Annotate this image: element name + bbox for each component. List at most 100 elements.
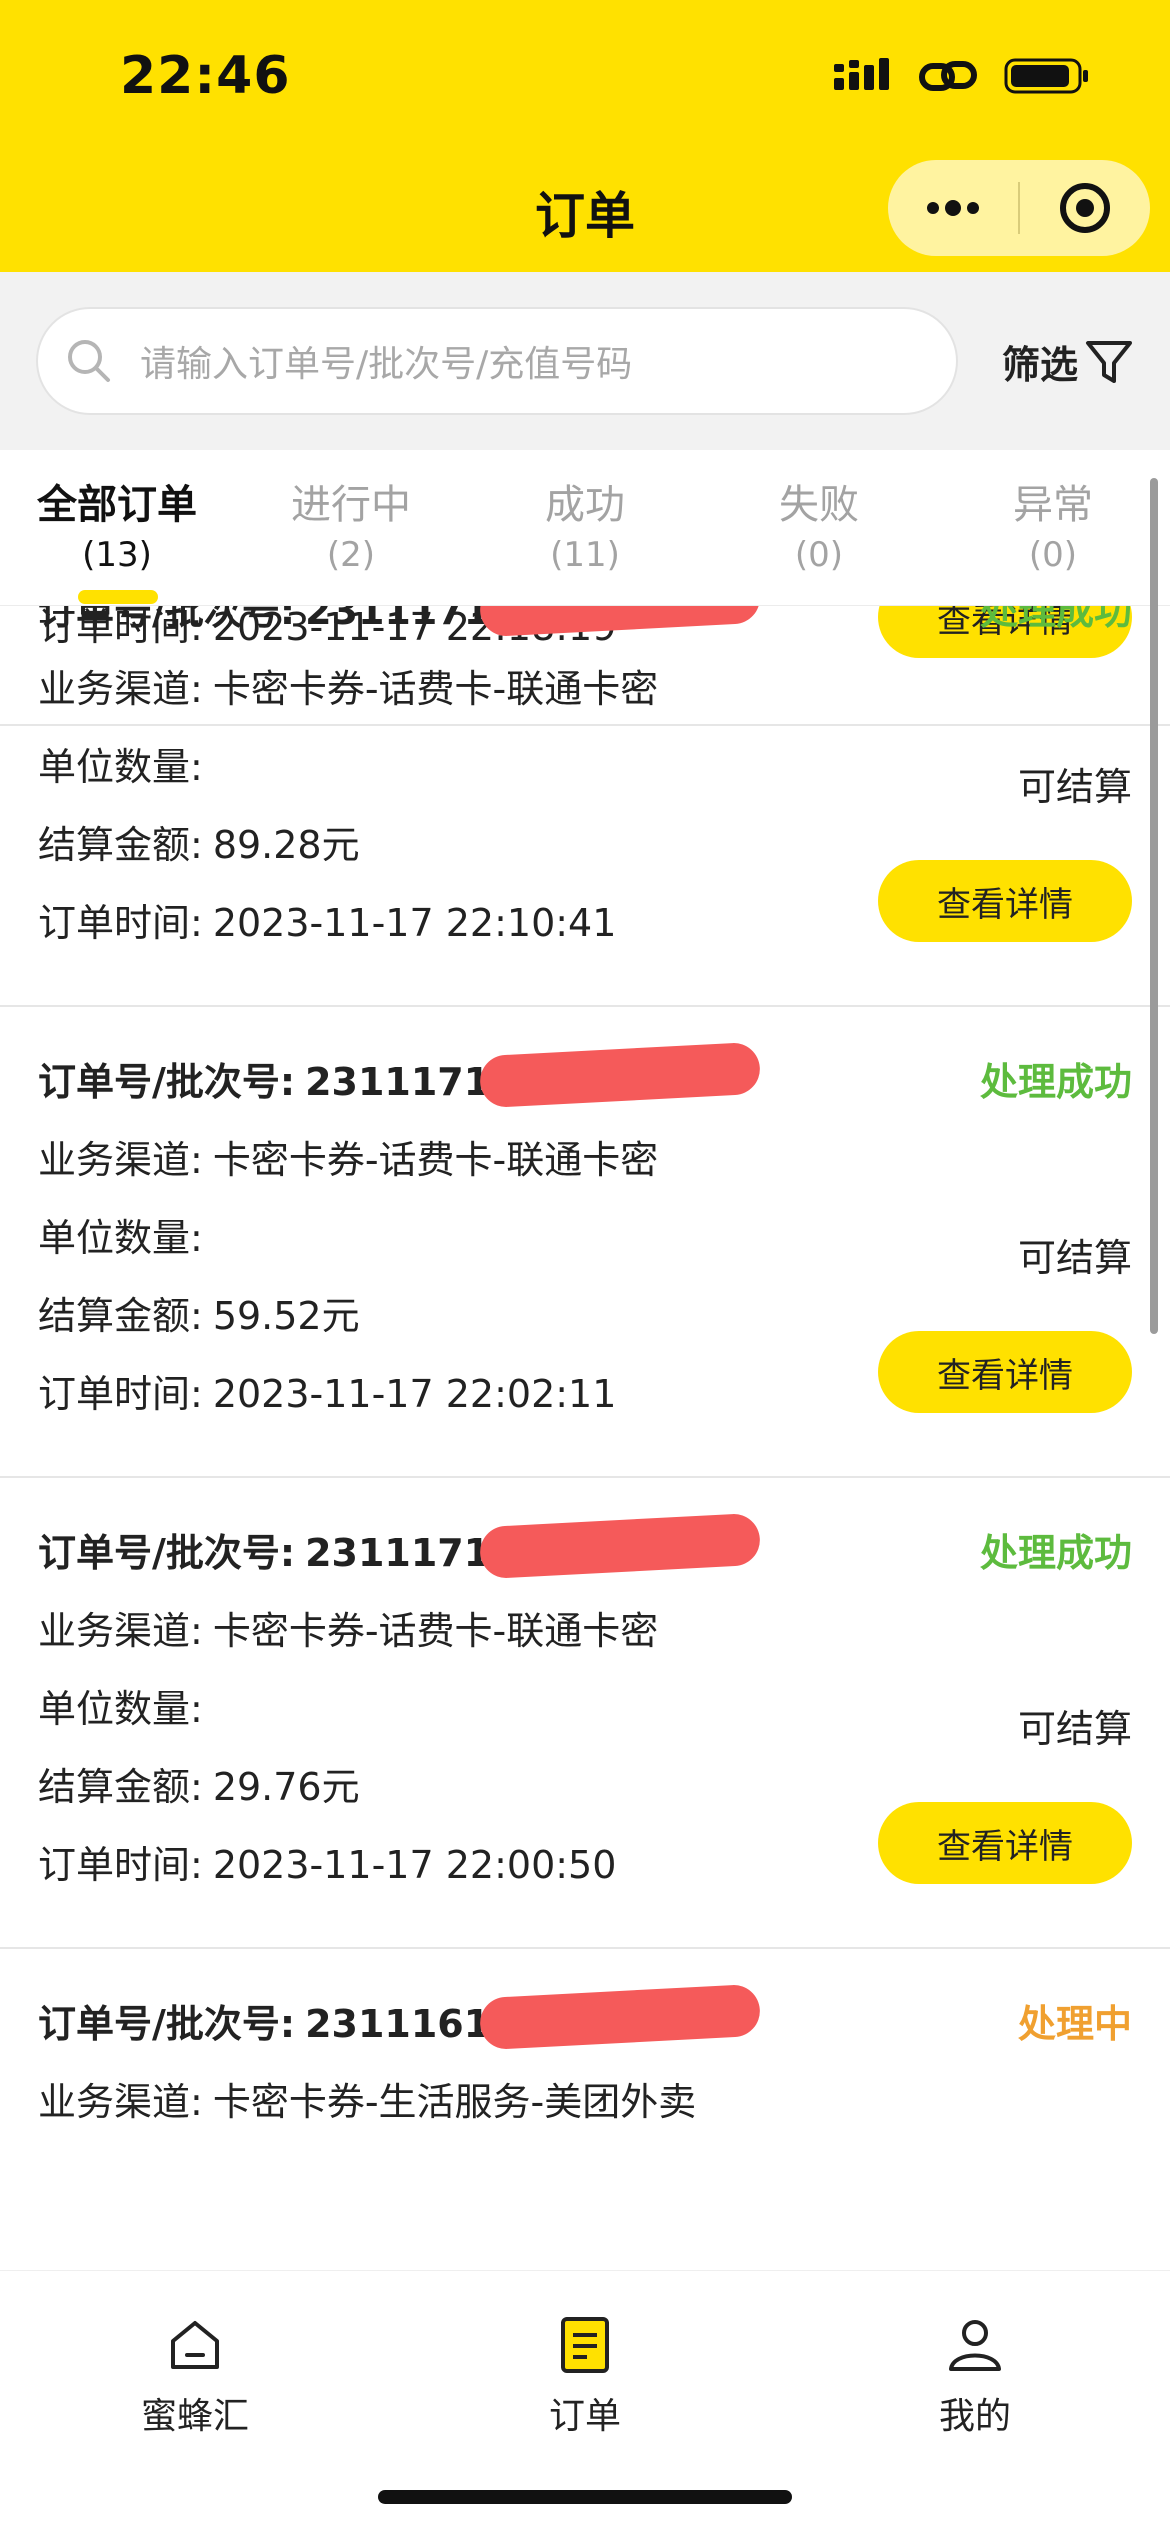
settlement-status: 可结算	[1017, 1707, 1132, 1751]
view-detail-button[interactable]: 查看详情	[878, 1802, 1132, 1884]
channel-row: 业务渠道: 卡密卡券-生活服务-美团外卖	[38, 2071, 696, 2126]
field-label: 订单号/批次号:	[38, 2002, 296, 2046]
tab-count: (2)	[326, 535, 376, 575]
field-label: 业务渠道:	[38, 1138, 203, 1182]
order-number-row: 订单号/批次号: 23111610	[38, 1993, 517, 2048]
active-tab-indicator	[78, 590, 158, 604]
tab-label: 异常	[1013, 482, 1093, 528]
link-icon	[919, 61, 977, 91]
mini-program-capsule	[888, 160, 1150, 256]
order-time-value: 2023-11-17 22:00:50	[212, 1843, 617, 1887]
user-icon	[949, 2320, 1001, 2371]
status-time: 22:46	[120, 46, 291, 106]
amount-value: 29.76元	[212, 1765, 360, 1809]
view-detail-button[interactable]: 查看详情	[878, 860, 1132, 942]
order-time-value: 2023-11-17 22:02:11	[212, 1372, 617, 1416]
view-detail-button[interactable]: 查看详情	[878, 1331, 1132, 1413]
channel-row: 业务渠道: 卡密卡券-话费卡-联通卡密	[38, 1129, 658, 1184]
settlement-status: 可结算	[1017, 1236, 1132, 1280]
close-program-button[interactable]	[1020, 160, 1150, 256]
amount-value: 89.28元	[212, 823, 360, 867]
search-icon	[68, 340, 110, 382]
channel-row: 业务渠道: 卡密卡券-话费卡-联通卡密	[38, 658, 658, 713]
tab-success[interactable]: 成功 (11)	[468, 450, 702, 605]
field-label: 订单号/批次号:	[38, 1060, 296, 1104]
signal-icon	[834, 58, 889, 90]
tab-count: (13)	[82, 535, 152, 575]
order-status-tabs: 全部订单 (13) 进行中 (2) 成功 (11) 失败 (0) 异常 (0)	[0, 450, 1170, 606]
channel-value: 卡密卡券-话费卡-联通卡密	[212, 1138, 659, 1182]
field-label: 订单时间:	[38, 1843, 203, 1887]
filter-button[interactable]: 筛选	[1002, 334, 1134, 389]
redaction-mark	[478, 1983, 762, 2051]
order-card: 订单号/批次号: 231117101 处理成功 业务渠道: 卡密卡券-话费卡-联通卡…	[0, 1007, 1170, 1478]
more-button[interactable]	[888, 160, 1018, 256]
amount-row: 结算金额: 29.76元	[38, 1756, 360, 1811]
list-scrollbar[interactable]	[1150, 478, 1158, 1334]
tab-count: (11)	[550, 535, 620, 575]
unit-quantity-row: 单位数量:	[38, 1678, 203, 1733]
tab-count: (0)	[1028, 535, 1078, 575]
home-indicator	[378, 2490, 792, 2504]
field-label: 结算金额:	[38, 1294, 203, 1338]
order-time-row: 订单时间: 2023-11-17 22:00:50	[38, 1834, 616, 1889]
nav-home[interactable]: 蜜蜂汇	[95, 2315, 295, 2439]
field-label: 订单号/批次号:	[38, 606, 296, 633]
amount-row: 结算金额: 59.52元	[38, 1285, 360, 1340]
more-dots-icon	[927, 200, 979, 216]
channel-value: 卡密卡券-生活服务-美团外卖	[212, 2080, 697, 2124]
unit-quantity-row: 单位数量:	[38, 1207, 203, 1262]
field-label: 结算金额:	[38, 823, 203, 867]
field-label: 单位数量:	[38, 1216, 203, 1260]
order-time-row: 订单时间: 2023-11-17 22:10:41	[38, 892, 616, 947]
field-label: 单位数量:	[38, 1687, 203, 1731]
order-time-row: 订单时间: 2023-11-17 22:02:11	[38, 1363, 616, 1418]
field-label: 订单时间:	[38, 1372, 203, 1416]
nav-label: 我的	[938, 2396, 1011, 2437]
channel-row: 业务渠道: 卡密卡券-话费卡-联通卡密	[38, 1600, 658, 1655]
order-number-row: 订单号/批次号: 23111710	[38, 1522, 517, 1577]
status-icons	[834, 56, 1090, 96]
tab-count: (0)	[794, 535, 844, 575]
channel-value: 卡密卡券-话费卡-联通卡密	[212, 1609, 659, 1653]
field-label: 结算金额:	[38, 1765, 203, 1809]
tab-label: 失败	[779, 482, 859, 528]
order-status: 处理成功	[979, 606, 1132, 633]
order-time-value: 2023-11-17 22:10:41	[212, 901, 617, 945]
field-label: 业务渠道:	[38, 1609, 203, 1653]
battery-icon	[1004, 58, 1088, 94]
field-label: 业务渠道:	[38, 667, 203, 711]
channel-value: 卡密卡券-话费卡-联通卡密	[212, 667, 659, 711]
tab-in-progress[interactable]: 进行中 (2)	[234, 450, 468, 605]
nav-me[interactable]: 我的	[875, 2315, 1075, 2439]
redaction-mark	[478, 1512, 762, 1580]
tab-label: 全部订单	[37, 482, 197, 528]
order-status: 处理成功	[979, 1531, 1132, 1575]
field-label: 单位数量:	[38, 745, 203, 789]
tab-all-orders[interactable]: 全部订单 (13)	[0, 450, 234, 605]
tab-label: 成功	[545, 482, 625, 528]
nav-orders[interactable]: 订单	[485, 2315, 685, 2439]
app-header: 22:46 订单	[0, 0, 1170, 272]
amount-row: 结算金额: 89.28元	[38, 814, 360, 869]
order-card: 订单号/批次号: 2311171 处理成功 业务渠道: 卡密卡券-话费卡-联通卡密 …	[0, 606, 1170, 1007]
order-status: 处理成功	[979, 1060, 1132, 1104]
order-number-row: 订单号/批次号: 231117101	[38, 1051, 543, 1106]
order-list[interactable]: 订单时间: 2023-11-17 22:18:19 查看详情 订单号/批次号: 23…	[0, 606, 1170, 2270]
search-placeholder: 请输入订单号/批次号/充值号码	[140, 344, 633, 385]
tab-failed[interactable]: 失败 (0)	[702, 450, 936, 605]
nav-label: 蜜蜂汇	[140, 2396, 249, 2437]
search-input[interactable]: 请输入订单号/批次号/充值号码	[36, 307, 958, 415]
order-list-icon	[561, 2317, 609, 2373]
order-number-row: 订单号/批次号: 2311171	[38, 606, 490, 635]
redaction-mark	[478, 606, 762, 638]
funnel-icon	[1086, 340, 1133, 383]
amount-value: 59.52元	[212, 1294, 360, 1338]
order-card: 订单号/批次号: 23111710 处理成功 业务渠道: 卡密卡券-话费卡-联通卡密…	[0, 1478, 1170, 1949]
tab-abnormal[interactable]: 异常 (0)	[936, 450, 1170, 605]
order-status: 处理中	[1017, 2002, 1132, 2046]
settlement-status: 可结算	[1017, 765, 1132, 809]
unit-quantity-row: 单位数量:	[38, 736, 203, 791]
filter-label: 筛选	[1002, 343, 1079, 387]
order-number-value: 2311171	[305, 606, 491, 633]
